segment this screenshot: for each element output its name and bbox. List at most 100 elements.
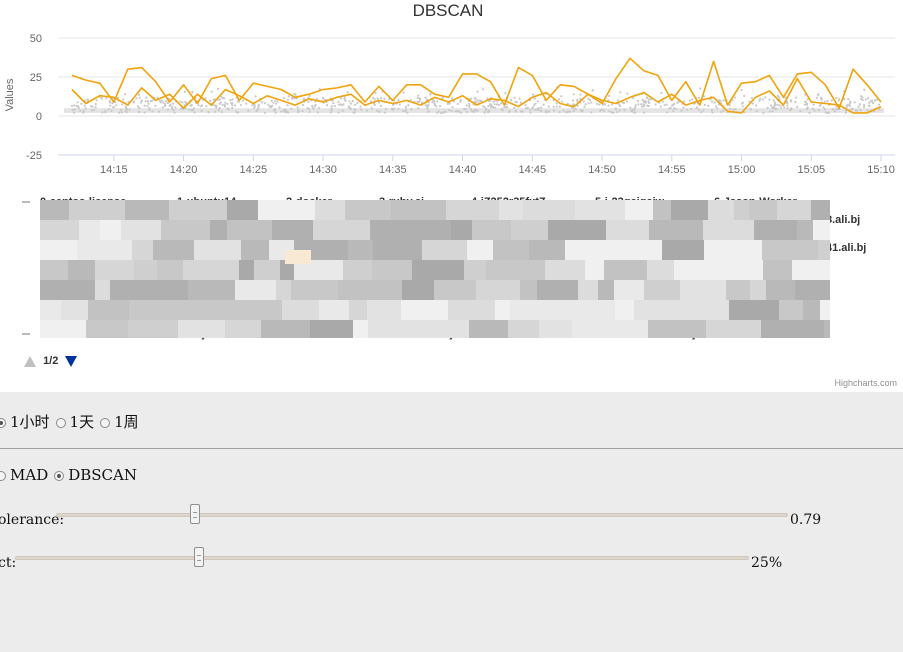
algorithm-option[interactable]: MAD bbox=[0, 466, 54, 484]
scatter-point bbox=[700, 111, 703, 114]
redaction-block bbox=[820, 300, 830, 320]
redaction-block bbox=[495, 300, 510, 320]
slider-track[interactable] bbox=[15, 556, 749, 560]
time-range-option[interactable]: 1天 bbox=[55, 413, 101, 431]
time-range-radio[interactable] bbox=[55, 418, 66, 428]
legend-prev-arrow-icon[interactable] bbox=[24, 355, 36, 367]
redaction-block bbox=[95, 260, 117, 280]
slider-thumb[interactable] bbox=[190, 504, 201, 524]
redaction-block bbox=[434, 280, 476, 300]
scatter-point bbox=[562, 109, 565, 112]
scatter-point bbox=[124, 106, 128, 110]
redaction-block bbox=[194, 240, 241, 260]
scatter-point bbox=[337, 100, 340, 104]
redaction-block bbox=[353, 320, 368, 338]
scatter-point bbox=[722, 99, 725, 102]
scatter-point bbox=[469, 108, 472, 111]
slider-thumb[interactable] bbox=[193, 547, 204, 567]
scatter-point bbox=[673, 107, 676, 110]
scatter-point bbox=[513, 106, 516, 109]
scatter-point bbox=[698, 108, 701, 111]
scatter-point bbox=[786, 104, 789, 107]
redaction-block bbox=[149, 300, 204, 320]
legend-item-tail[interactable]: 8.ali.bj bbox=[826, 214, 860, 226]
scatter-point bbox=[476, 109, 479, 112]
scatter-point bbox=[105, 97, 108, 100]
scatter-point bbox=[287, 95, 290, 98]
redaction-block bbox=[349, 300, 367, 320]
time-range-option[interactable]: 1小时 bbox=[0, 413, 56, 431]
scatter-point bbox=[455, 110, 458, 113]
scatter-point bbox=[661, 100, 664, 103]
algorithm-selector: MAD DBSCAN bbox=[0, 466, 143, 484]
scatter-point bbox=[808, 111, 811, 114]
x-tick-label: 14:15 bbox=[100, 164, 128, 176]
algorithm-option[interactable]: DBSCAN bbox=[54, 466, 143, 484]
redaction-block bbox=[402, 280, 434, 300]
redaction-block bbox=[766, 280, 795, 300]
scatter-point bbox=[675, 107, 678, 110]
scatter-point bbox=[197, 104, 200, 107]
scatter-point bbox=[448, 109, 451, 112]
y-axis-label: Values bbox=[4, 78, 16, 111]
y-tick-label: -25 bbox=[26, 150, 42, 162]
scatter-point bbox=[547, 110, 551, 113]
scatter-point bbox=[863, 88, 866, 91]
scatter-point bbox=[672, 109, 675, 112]
scatter-point bbox=[227, 107, 230, 111]
scatter-point bbox=[610, 111, 613, 114]
scatter-point bbox=[431, 101, 434, 104]
scatter-point bbox=[384, 107, 388, 111]
scatter-point bbox=[136, 105, 140, 108]
scatter-point bbox=[794, 100, 797, 104]
redaction-block bbox=[178, 320, 225, 338]
scatter-point bbox=[877, 103, 881, 106]
redaction-block bbox=[476, 280, 520, 300]
redaction-block bbox=[572, 320, 604, 338]
scatter-point bbox=[501, 109, 504, 112]
legend-item-tail[interactable]: 41.ali.bj bbox=[826, 242, 866, 254]
scatter-point bbox=[378, 110, 381, 114]
scatter-point bbox=[344, 99, 347, 102]
redaction-block bbox=[792, 260, 830, 280]
time-range-option[interactable]: 1周 bbox=[100, 413, 145, 431]
slider-track[interactable] bbox=[56, 513, 788, 517]
scatter-point bbox=[533, 104, 536, 107]
scatter-point bbox=[101, 97, 104, 100]
scatter-point bbox=[805, 107, 809, 111]
scatter-point bbox=[720, 110, 723, 114]
redaction-block bbox=[412, 260, 464, 280]
scatter-point bbox=[665, 103, 668, 106]
algorithm-radio[interactable] bbox=[54, 471, 65, 481]
scatter-point bbox=[590, 101, 593, 104]
redaction-block bbox=[391, 200, 446, 220]
legend-next-arrow-icon[interactable] bbox=[65, 355, 78, 367]
scatter-point bbox=[467, 105, 471, 108]
redaction-block bbox=[40, 300, 61, 320]
redaction-block bbox=[749, 200, 777, 220]
scatter-point bbox=[193, 111, 196, 114]
scatter-point bbox=[121, 103, 124, 106]
scatter-point bbox=[220, 110, 223, 114]
scatter-point bbox=[339, 103, 342, 106]
scatter-point bbox=[138, 96, 141, 99]
redaction-block bbox=[313, 220, 370, 240]
redaction-block bbox=[272, 220, 313, 240]
scatter-point bbox=[734, 107, 737, 111]
scatter-point bbox=[95, 99, 98, 102]
highcharts-credits[interactable]: Highcharts.com bbox=[834, 378, 897, 388]
scatter-point bbox=[534, 102, 537, 105]
time-range-radio[interactable] bbox=[100, 418, 111, 428]
scatter-point bbox=[333, 104, 336, 108]
redaction-block bbox=[533, 300, 573, 320]
scatter-point bbox=[83, 104, 86, 107]
redaction-block bbox=[708, 200, 734, 220]
scatter-point bbox=[302, 103, 305, 107]
scatter-point bbox=[492, 100, 495, 103]
time-range-radio[interactable] bbox=[0, 418, 6, 428]
scatter-point bbox=[383, 97, 386, 100]
redaction-block bbox=[598, 280, 614, 300]
scatter-point bbox=[441, 96, 444, 99]
algorithm-radio[interactable] bbox=[0, 471, 6, 481]
scatter-point bbox=[823, 108, 826, 111]
